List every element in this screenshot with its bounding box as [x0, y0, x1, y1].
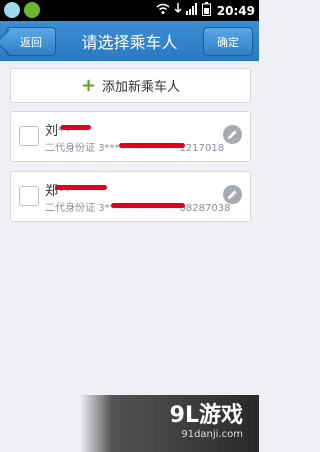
battery-icon — [201, 2, 211, 20]
clock: 20:49 — [216, 4, 255, 18]
redaction-mark — [111, 203, 185, 208]
plus-icon: + — [80, 74, 97, 96]
edit-pencil-icon[interactable] — [223, 185, 242, 204]
back-button-label: 返回 — [20, 35, 42, 49]
id-type: 二代身份证 — [45, 203, 95, 214]
redaction-mark — [61, 125, 91, 130]
page-title: 请选择乘车人 — [81, 33, 178, 52]
app-notification-icon — [4, 2, 20, 18]
add-passenger-label: 添加新乘车人 — [102, 80, 181, 95]
signal-icon — [185, 3, 198, 19]
confirm-button[interactable]: 确定 — [203, 27, 253, 56]
app-notification-icon-2 — [24, 2, 40, 18]
add-passenger-button[interactable]: + 添加新乘车人 — [10, 68, 251, 103]
redaction-mark — [55, 185, 107, 190]
passenger-item[interactable]: 郑** 二代身份证 3***************08287038 — [10, 171, 251, 222]
edit-pencil-icon[interactable] — [223, 125, 242, 144]
watermark-logo: 9L游戏 — [169, 403, 243, 428]
redaction-mark — [119, 143, 185, 148]
passenger-item[interactable]: 刘** 二代身份证 3***************1217018 — [10, 111, 251, 162]
passenger-checkbox[interactable] — [19, 126, 39, 146]
wifi-icon — [156, 3, 170, 19]
download-icon — [174, 3, 182, 19]
id-type: 二代身份证 — [45, 143, 95, 154]
watermark-url: 91danji.com — [181, 429, 243, 440]
back-button[interactable]: 返回 — [6, 27, 56, 56]
status-bar: 20:49 — [0, 0, 259, 21]
passenger-checkbox[interactable] — [19, 186, 39, 206]
top-bar: 返回 请选择乘车人 确定 — [0, 21, 259, 61]
watermark: 9L游戏 91danji.com — [80, 395, 259, 452]
